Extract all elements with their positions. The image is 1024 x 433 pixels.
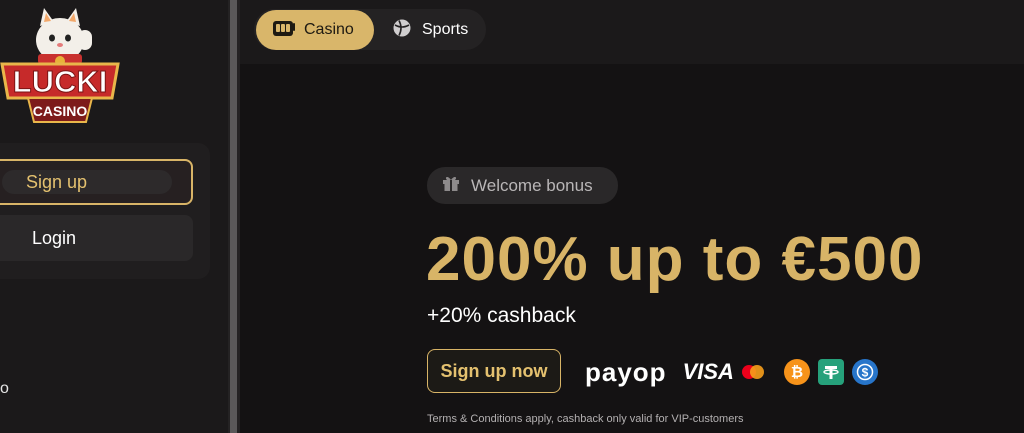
welcome-bonus-badge: Welcome bonus (427, 167, 618, 204)
tab-sports[interactable]: Sports (388, 10, 484, 50)
ball-icon (392, 18, 412, 43)
visa-logo: VISA (682, 359, 734, 384)
tab-sports-label: Sports (422, 21, 469, 38)
tab-casino-label: Casino (304, 21, 354, 38)
tether-icon (817, 359, 844, 385)
tab-casino[interactable]: Casino (256, 10, 374, 50)
bonus-headline: 200% up to €500 (426, 225, 924, 294)
casino-slot-icon (272, 18, 296, 43)
cashback-subline: +20% cashback (427, 304, 576, 327)
sidebar-signup-label: Sign up (26, 171, 88, 192)
sidebar-login-button[interactable]: Login (0, 215, 193, 261)
bitcoin-icon: ₿ (783, 359, 810, 385)
sidebar-divider (228, 0, 240, 433)
lucki-casino-logo[interactable]: LUCKI CASINO (0, 6, 120, 124)
svg-text:LUCKI: LUCKI (13, 64, 108, 99)
sidebar-signup-button[interactable]: Sign up (0, 159, 193, 205)
welcome-bonus-label: Welcome bonus (471, 175, 593, 195)
payment-methods: payop VISA ₿ $ (585, 355, 886, 389)
payop-logo: payop (585, 356, 667, 387)
sign-up-now-button[interactable]: Sign up now (427, 349, 561, 393)
gift-icon (441, 173, 461, 198)
terms-conditions-text: Terms & Conditions apply, cashback only … (427, 413, 744, 425)
svg-text:₿: ₿ (791, 364, 803, 380)
sign-up-now-label: Sign up now (440, 360, 548, 381)
sidebar-item-partial[interactable]: o (0, 380, 9, 398)
mastercard-icon (740, 364, 766, 380)
scrollbar[interactable] (230, 0, 237, 433)
svg-text:$: $ (862, 366, 869, 380)
svg-text:CASINO: CASINO (33, 103, 88, 119)
sidebar-login-label: Login (32, 227, 77, 248)
usdc-icon: $ (851, 359, 878, 385)
